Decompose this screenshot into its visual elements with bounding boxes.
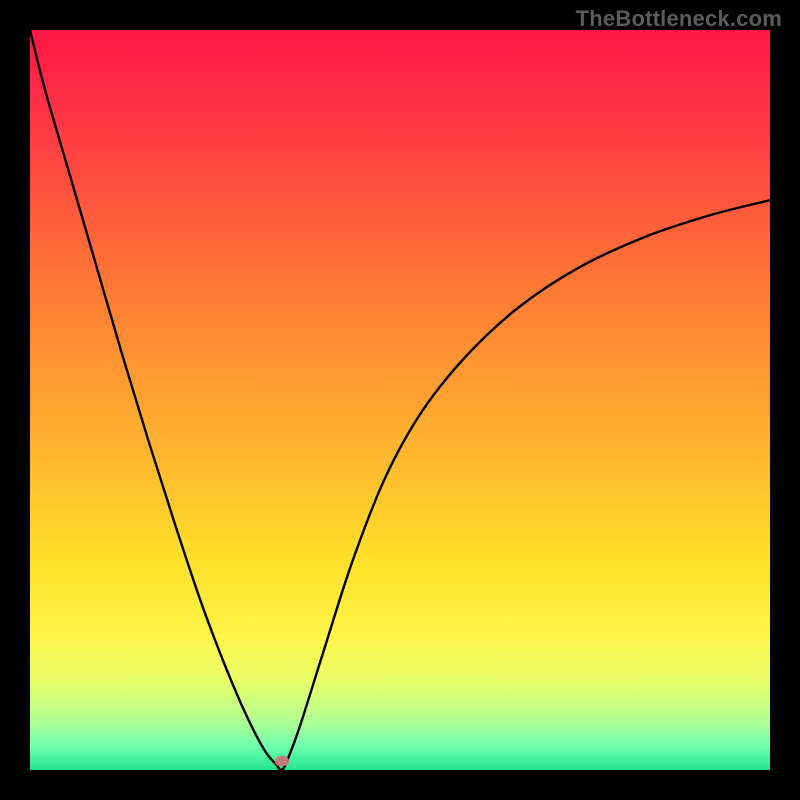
plot-area	[30, 30, 770, 770]
min-marker	[275, 756, 289, 766]
chart-frame: TheBottleneck.com	[0, 0, 800, 800]
watermark-text: TheBottleneck.com	[576, 6, 782, 32]
bottleneck-curve	[30, 30, 770, 770]
